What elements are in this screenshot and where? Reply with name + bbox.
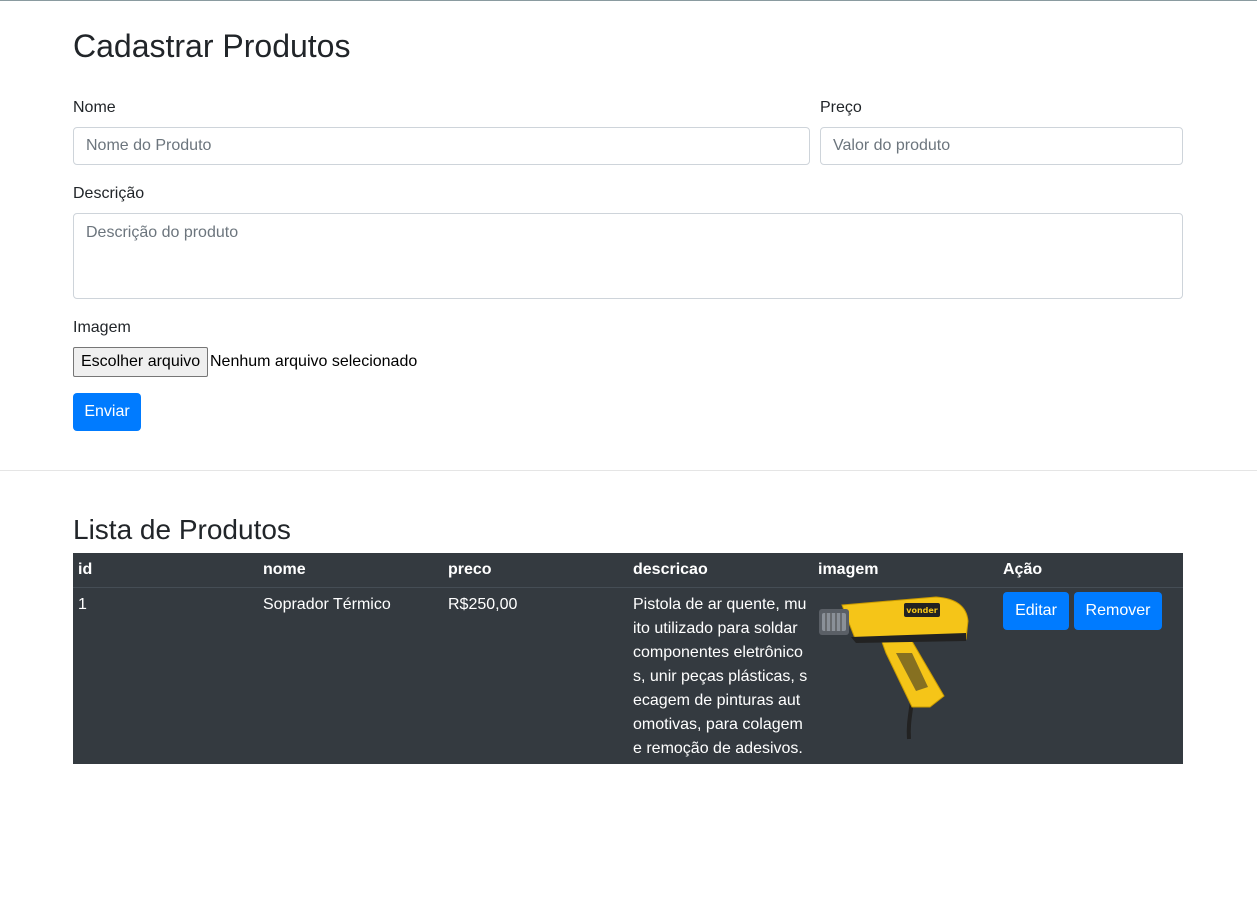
choose-file-button[interactable]: Escolher arquivo <box>73 347 209 377</box>
file-status-text: Nenhum arquivo selecionado <box>210 353 418 370</box>
section-divider <box>0 470 1257 471</box>
product-image: vonder <box>816 591 971 741</box>
column-header-nome: nome <box>263 561 306 578</box>
top-border <box>0 0 1257 1</box>
description-textarea[interactable]: Descrição do produto <box>73 213 1183 299</box>
submit-button[interactable]: Enviar <box>73 393 141 431</box>
column-header-imagem: imagem <box>818 561 879 578</box>
cell-preco: R$250,00 <box>448 596 518 613</box>
column-header-descricao: descricao <box>633 561 708 578</box>
cell-nome: Soprador Térmico <box>263 596 391 613</box>
header-border <box>73 587 1183 588</box>
column-header-preco: preco <box>448 561 492 578</box>
list-title: Lista de Produtos <box>73 514 291 545</box>
cell-id: 1 <box>78 596 87 613</box>
page-title: Cadastrar Produtos <box>73 28 351 64</box>
column-header-acao: Ação <box>1003 561 1043 578</box>
remove-button[interactable]: Remover <box>1074 592 1162 630</box>
description-label: Descrição <box>73 185 145 202</box>
image-label: Imagem <box>73 319 131 336</box>
name-label: Nome <box>73 99 116 116</box>
products-table: id nome preco descricao imagem Ação 1 So… <box>73 553 1183 764</box>
name-input[interactable]: Nome do Produto <box>73 127 810 165</box>
cell-descricao: Pistola de ar quente, muito utilizado pa… <box>633 596 808 757</box>
edit-button[interactable]: Editar <box>1003 592 1069 630</box>
price-label: Preço <box>820 99 862 116</box>
column-header-id: id <box>78 561 93 578</box>
price-input[interactable]: Valor do produto <box>820 127 1183 165</box>
svg-text:vonder: vonder <box>906 606 938 615</box>
